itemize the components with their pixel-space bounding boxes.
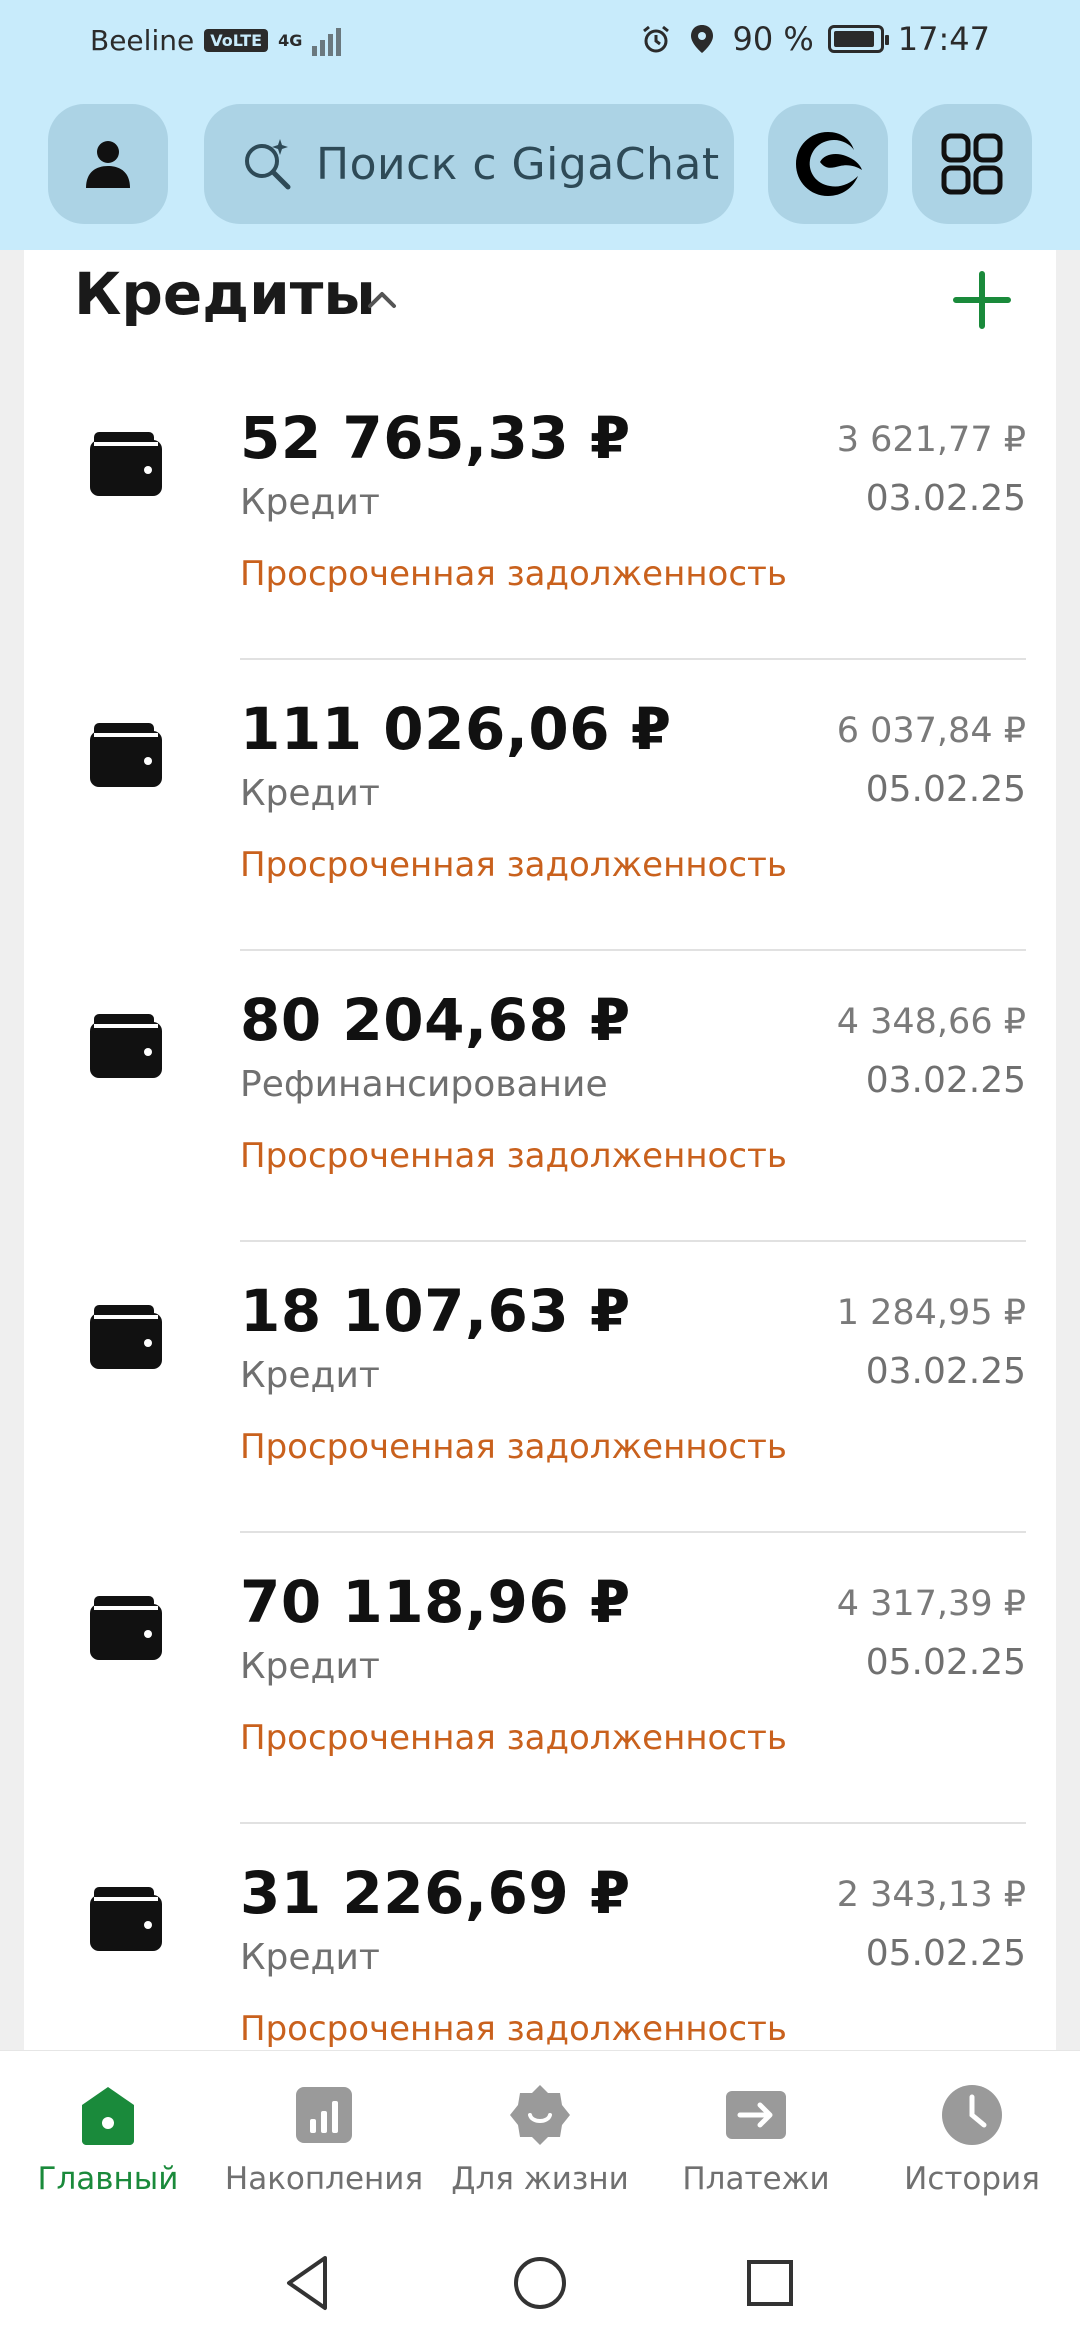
credit-item-6[interactable]: 31 226,69 ₽ Кредит Просроченная задолжен… bbox=[24, 1825, 1056, 2050]
payment-date: 03.02.25 bbox=[865, 1060, 1026, 1101]
system-navigation bbox=[0, 2226, 1080, 2340]
battery-icon bbox=[827, 25, 889, 53]
credit-amount: 31 226,69 ₽ bbox=[240, 1859, 631, 1927]
plus-icon[interactable] bbox=[946, 264, 1018, 336]
bottom-navigation: Главный Накопления Для жизни Платежи Ист… bbox=[0, 2050, 1080, 2226]
lifestyle-icon bbox=[510, 2085, 570, 2145]
chevron-up-icon[interactable] bbox=[362, 280, 402, 320]
credit-type: Кредит bbox=[240, 1355, 380, 1396]
credit-item-5[interactable]: 70 118,96 ₽ Кредит Просроченная задолжен… bbox=[24, 1534, 1056, 1824]
credit-type: Рефинансирование bbox=[240, 1064, 608, 1105]
status-bar-left: Beeline VoLTE 4G bbox=[90, 24, 342, 57]
back-icon[interactable] bbox=[275, 2248, 345, 2318]
search-placeholder: Поиск с GigaChat bbox=[316, 138, 720, 190]
credit-amount: 80 204,68 ₽ bbox=[240, 986, 631, 1054]
wallet-icon bbox=[90, 723, 162, 787]
nav-savings[interactable]: Накопления bbox=[216, 2083, 432, 2223]
payment-amount: 4 317,39 ₽ bbox=[836, 1584, 1026, 1624]
payment-date: 05.02.25 bbox=[865, 1642, 1026, 1683]
history-clock-icon bbox=[942, 2085, 1002, 2145]
wallet-icon bbox=[90, 1014, 162, 1078]
credit-status: Просроченная задолженность bbox=[240, 554, 787, 594]
status-bar: Beeline VoLTE 4G 90 % 17:47 bbox=[0, 0, 1080, 84]
profile-icon bbox=[86, 141, 130, 188]
location-icon bbox=[691, 25, 714, 53]
payment-amount: 3 621,77 ₽ bbox=[836, 420, 1026, 460]
credit-amount: 18 107,63 ₽ bbox=[240, 1277, 631, 1345]
signal-icon bbox=[312, 26, 342, 56]
payment-date: 03.02.25 bbox=[865, 1351, 1026, 1392]
payment-amount: 2 343,13 ₽ bbox=[836, 1875, 1026, 1915]
top-header: Beeline VoLTE 4G 90 % 17:47 Поиск с Giga… bbox=[0, 0, 1080, 250]
section-title: Кредиты bbox=[74, 260, 376, 328]
search-gigachat-input[interactable]: Поиск с GigaChat bbox=[204, 104, 734, 224]
payment-amount: 1 284,95 ₽ bbox=[836, 1293, 1026, 1333]
clock-time: 17:47 bbox=[897, 20, 990, 58]
alarm-icon bbox=[643, 25, 670, 53]
credit-type: Кредит bbox=[240, 773, 380, 814]
credit-item-2[interactable]: 111 026,06 ₽ Кредит Просроченная задолже… bbox=[24, 661, 1056, 951]
nav-label: Накопления bbox=[224, 2161, 424, 2197]
search-sparkle-icon bbox=[245, 139, 291, 190]
wallet-icon bbox=[90, 432, 162, 496]
nav-home[interactable]: Главный bbox=[0, 2083, 216, 2223]
divider bbox=[240, 1240, 1026, 1242]
nav-history[interactable]: История bbox=[864, 2083, 1080, 2223]
payment-date: 03.02.25 bbox=[865, 478, 1026, 519]
credit-status: Просроченная задолженность bbox=[240, 1136, 787, 1176]
recents-icon[interactable] bbox=[735, 2248, 805, 2318]
payment-amount: 6 037,84 ₽ bbox=[836, 711, 1026, 751]
payments-arrow-icon bbox=[726, 2091, 786, 2139]
credit-amount: 70 118,96 ₽ bbox=[240, 1568, 631, 1636]
wallet-icon bbox=[90, 1887, 162, 1951]
credit-status: Просроченная задолженность bbox=[240, 845, 787, 885]
divider bbox=[240, 658, 1026, 660]
nav-label: История bbox=[904, 2161, 1040, 2197]
credit-amount: 111 026,06 ₽ bbox=[240, 695, 672, 763]
credit-type: Кредит bbox=[240, 1646, 380, 1687]
nav-payments[interactable]: Платежи bbox=[648, 2083, 864, 2223]
credits-card: Кредиты 52 765,33 ₽ Кредит Просроченная … bbox=[24, 250, 1056, 2050]
profile-button[interactable] bbox=[48, 104, 168, 224]
payment-amount: 4 348,66 ₽ bbox=[836, 1002, 1026, 1042]
credit-type: Кредит bbox=[240, 482, 380, 523]
credit-item-4[interactable]: 18 107,63 ₽ Кредит Просроченная задолжен… bbox=[24, 1243, 1056, 1533]
wallet-icon bbox=[90, 1596, 162, 1660]
credit-item-3[interactable]: 80 204,68 ₽ Рефинансирование Просроченна… bbox=[24, 952, 1056, 1242]
payment-date: 05.02.25 bbox=[865, 1933, 1026, 1974]
volte-badge: VoLTE bbox=[204, 29, 269, 52]
home-icon bbox=[82, 2087, 134, 2145]
status-bar-right: 90 % 17:47 bbox=[640, 20, 990, 58]
apps-grid-icon bbox=[941, 133, 1003, 195]
nav-label: Для жизни bbox=[451, 2161, 629, 2197]
divider bbox=[240, 949, 1026, 951]
gigachat-button[interactable] bbox=[768, 104, 888, 224]
network-type: 4G bbox=[278, 30, 303, 50]
battery-percent: 90 % bbox=[732, 20, 814, 58]
credit-status: Просроченная задолженность bbox=[240, 1427, 787, 1467]
credit-status: Просроченная задолженность bbox=[240, 2009, 787, 2049]
home-circle-icon[interactable] bbox=[505, 2248, 575, 2318]
apps-menu-button[interactable] bbox=[912, 104, 1032, 224]
app-screen: Beeline VoLTE 4G 90 % 17:47 Поиск с Giga… bbox=[0, 0, 1080, 2340]
savings-chart-icon bbox=[296, 2087, 352, 2143]
gigachat-logo-icon bbox=[796, 132, 862, 196]
credit-status: Просроченная задолженность bbox=[240, 1718, 787, 1758]
payment-date: 05.02.25 bbox=[865, 769, 1026, 810]
nav-label: Платежи bbox=[682, 2161, 830, 2197]
wallet-icon bbox=[90, 1305, 162, 1369]
credit-item-1[interactable]: 52 765,33 ₽ Кредит Просроченная задолжен… bbox=[24, 370, 1056, 660]
nav-label: Главный bbox=[37, 2161, 179, 2197]
nav-lifestyle[interactable]: Для жизни bbox=[432, 2083, 648, 2223]
divider bbox=[240, 1531, 1026, 1533]
carrier-name: Beeline bbox=[90, 24, 195, 57]
credit-type: Кредит bbox=[240, 1937, 380, 1978]
divider bbox=[240, 1822, 1026, 1824]
credit-amount: 52 765,33 ₽ bbox=[240, 404, 631, 472]
